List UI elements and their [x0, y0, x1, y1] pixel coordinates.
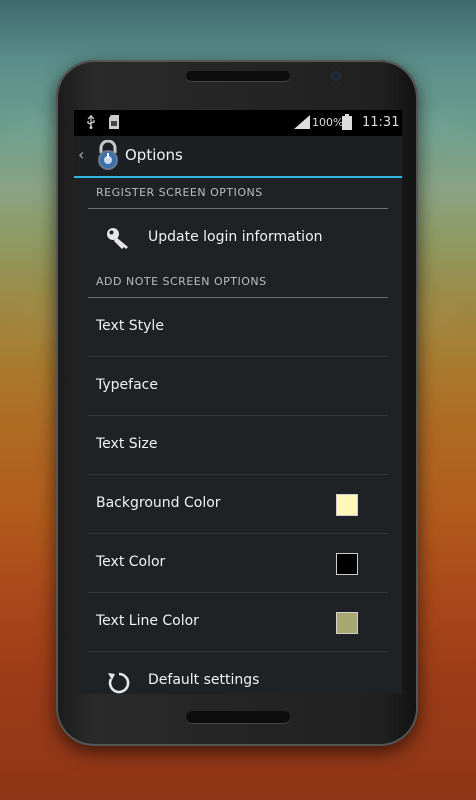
typeface-label: Typeface [96, 377, 158, 393]
section-header-register: REGISTER SCREEN OPTIONS [88, 178, 388, 209]
update-login-item[interactable]: Update login information [88, 209, 388, 267]
default-settings-label: Default settings [148, 672, 260, 688]
background-color-item[interactable]: Background Color [88, 475, 388, 534]
battery-percent: 100% [312, 116, 344, 129]
status-bar: 100% 11:31 [74, 110, 402, 136]
signal-icon [294, 115, 310, 132]
text-style-label: Text Style [96, 318, 164, 334]
lock-icon[interactable] [94, 139, 122, 170]
back-chevron-icon[interactable]: ‹ [78, 145, 84, 164]
phone-frame: 100% 11:31 ‹ Options REGISTER SCREEN OPT… [56, 60, 418, 746]
default-settings-item[interactable]: Default settings [88, 652, 388, 694]
top-speaker [186, 71, 290, 81]
page-title: Options [125, 146, 183, 164]
text-line-color-item[interactable]: Text Line Color [88, 593, 388, 652]
text-color-swatch[interactable] [336, 553, 358, 575]
clock: 11:31 [362, 115, 400, 130]
text-line-color-label: Text Line Color [96, 613, 199, 629]
bottom-speaker [186, 711, 290, 723]
text-color-item[interactable]: Text Color [88, 534, 388, 593]
section-header-add-note: ADD NOTE SCREEN OPTIONS [88, 267, 388, 298]
text-size-item[interactable]: Text Size [88, 416, 388, 475]
update-login-label: Update login information [148, 229, 323, 245]
background-color-swatch[interactable] [336, 494, 358, 516]
sdcard-icon [109, 115, 119, 132]
text-line-color-swatch[interactable] [336, 612, 358, 634]
front-camera [332, 72, 340, 80]
background-color-label: Background Color [96, 495, 221, 511]
screen: 100% 11:31 ‹ Options REGISTER SCREEN OPT… [74, 110, 402, 694]
typeface-item[interactable]: Typeface [88, 357, 388, 416]
action-bar: ‹ Options [74, 136, 402, 178]
text-style-item[interactable]: Text Style [88, 298, 388, 357]
battery-icon [342, 114, 352, 133]
usb-icon [86, 115, 96, 132]
reset-icon [106, 670, 132, 694]
text-size-label: Text Size [96, 436, 158, 452]
text-color-label: Text Color [96, 554, 166, 570]
key-icon [106, 227, 132, 251]
